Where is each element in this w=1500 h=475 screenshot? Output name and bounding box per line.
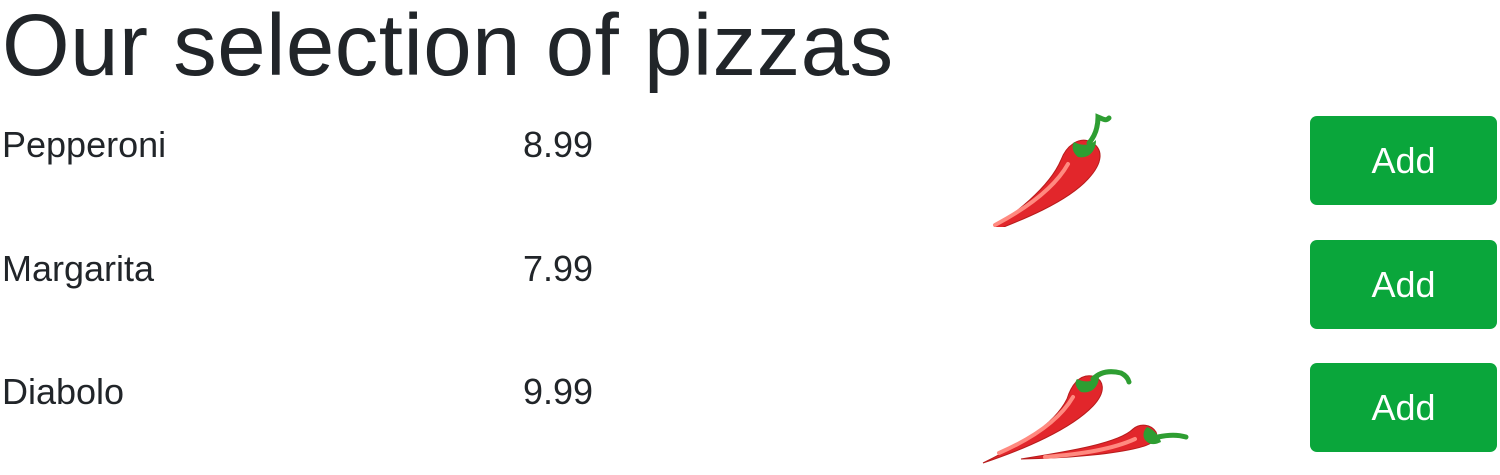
single-chili-pepper-icon [993,113,1112,227]
pizza-row-diabolo: Diabolo 9.99 Add [0,359,1500,469]
pizza-price: 7.99 [523,248,594,289]
pizza-row-margarita: Margarita 7.99 Add [0,236,1500,346]
page-title: Our selection of pizzas [2,0,894,94]
add-button-diabolo[interactable]: Add [1310,363,1497,452]
pizza-name: Pepperoni [2,124,167,165]
add-button-margarita[interactable]: Add [1310,240,1497,329]
pizza-price: 8.99 [523,124,594,165]
pizza-price: 9.99 [523,371,594,412]
pizza-name: Margarita [2,248,155,289]
add-button-pepperoni[interactable]: Add [1310,116,1497,205]
double-chili-pepper-icon [982,369,1189,464]
pizza-name: Diabolo [2,371,125,412]
pizza-row-pepperoni: Pepperoni 8.99 Add [0,112,1500,227]
